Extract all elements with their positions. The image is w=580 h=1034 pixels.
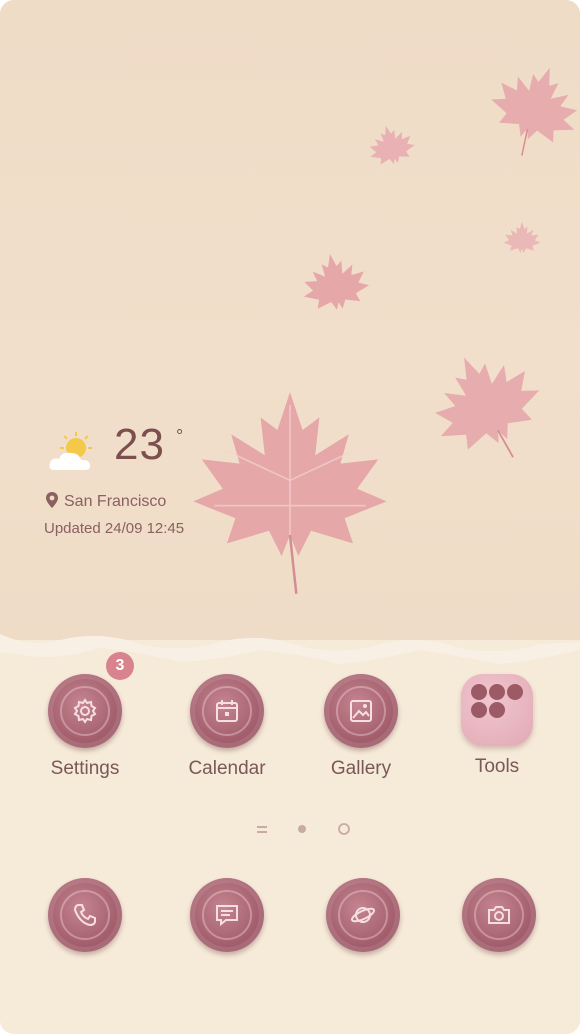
page-indicator-dots <box>257 823 350 835</box>
app-label-calendar: Calendar <box>188 758 266 779</box>
phone-coin <box>48 878 122 952</box>
location-text: San Francisco <box>64 493 167 510</box>
weather-location: San Francisco <box>46 492 166 511</box>
app-label-gallery: Gallery <box>330 758 392 779</box>
app-tools-folder[interactable]: Tools <box>442 674 552 778</box>
page-indicator[interactable] <box>0 820 580 840</box>
calendar-icon <box>216 700 238 722</box>
camera-icon <box>488 906 510 924</box>
maple-leaf-right <box>435 357 540 458</box>
image-icon <box>350 700 372 722</box>
dock-messages[interactable] <box>190 878 264 952</box>
internet-coin <box>326 878 400 952</box>
location-pin-icon <box>46 492 58 508</box>
message-icon <box>216 905 238 927</box>
calendar-coin <box>190 674 264 748</box>
weather-updated-time: Updated 24/09 12:45 <box>44 520 185 537</box>
maple-leaf-large <box>193 392 387 594</box>
phone-icon <box>73 904 96 927</box>
home-screen: 23 ° San Francisco Updated 24/09 12:45 3 <box>0 0 580 1034</box>
app-gallery[interactable]: Gallery <box>306 674 416 780</box>
folder-grid-icon <box>461 674 533 746</box>
maple-leaf-tiny <box>503 221 541 253</box>
internet-icon <box>350 907 376 923</box>
app-label-settings: Settings <box>50 758 120 779</box>
partly-sunny-icon <box>49 432 92 470</box>
maple-leaf-middle <box>303 253 370 310</box>
gallery-coin <box>324 674 398 748</box>
folder-app-dot <box>489 702 505 718</box>
settings-icon-badge: 3 <box>48 652 134 748</box>
folder-app-dot <box>489 684 505 700</box>
degree-symbol: ° <box>176 426 184 446</box>
folder-app-dot <box>471 684 487 700</box>
dock-camera[interactable] <box>462 878 536 952</box>
dock-phone[interactable] <box>48 878 122 952</box>
app-calendar[interactable]: Calendar <box>172 674 282 780</box>
app-label-tools: Tools <box>474 756 520 777</box>
maple-leaf-top-right <box>491 67 578 156</box>
dock-internet[interactable] <box>326 878 400 952</box>
app-settings[interactable]: 3 Settings <box>30 652 140 780</box>
gear-icon <box>73 698 97 724</box>
folder-app-dot <box>471 702 487 718</box>
camera-coin <box>462 878 536 952</box>
folder-app-dot <box>507 684 523 700</box>
notification-badge: 3 <box>106 652 134 680</box>
messages-coin <box>190 878 264 952</box>
maple-leaf-small <box>369 125 415 165</box>
temperature-value: 23 <box>114 420 165 469</box>
